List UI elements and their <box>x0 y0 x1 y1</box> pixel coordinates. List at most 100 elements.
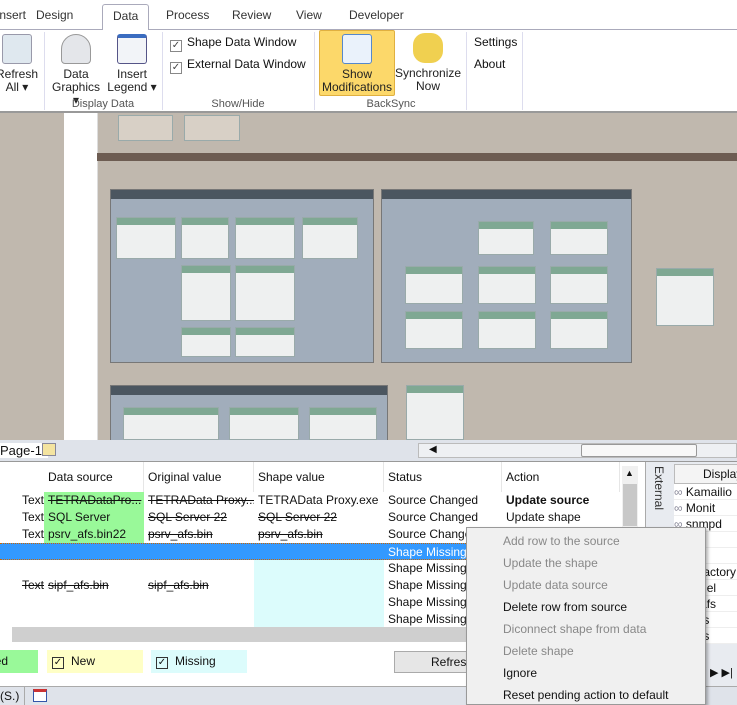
insert-legend-button[interactable]: Insert Legend ▾ <box>106 34 158 94</box>
cell-c0: Text <box>21 510 44 524</box>
external-data-row[interactable]: ∞ Kamailio <box>674 484 737 500</box>
column-header-original-value[interactable]: Original value <box>144 462 254 492</box>
show-modifications-button[interactable]: Show Modifications <box>319 30 395 96</box>
table-row[interactable]: Text TETRADataPro... TETRAData Proxy... TET… <box>0 492 622 509</box>
cell-ds: TETRADataPro... <box>44 492 144 509</box>
shape-data-window-checkbox[interactable]: ✓ Shape Data Window <box>170 35 296 52</box>
external-data-label: Kamailio <box>685 485 732 499</box>
insert-page-icon[interactable] <box>42 443 56 456</box>
show-modifications-label: Show Modifications <box>321 67 393 94</box>
scroll-left-icon[interactable]: ◀ <box>429 444 437 455</box>
cell-action: Update shape <box>506 510 581 524</box>
tab-view[interactable]: View <box>296 8 322 22</box>
legend-changed[interactable]: Changed <box>0 650 38 673</box>
tab-design[interactable]: Design <box>36 8 73 22</box>
external-data-label: Monit <box>685 501 716 515</box>
next-page-icon[interactable]: ▶ ▶| <box>710 666 733 679</box>
settings-button[interactable]: Settings <box>474 35 517 49</box>
page-margin <box>64 113 98 440</box>
menu-item[interactable]: Diconnect shape from data <box>503 622 646 636</box>
cell-c0: Text <box>21 493 44 507</box>
document-check-icon <box>342 34 372 64</box>
menu-item[interactable]: Add row to the source <box>503 534 620 548</box>
cell-ds <box>44 560 144 577</box>
group-label-display-data: Display Data <box>71 98 135 110</box>
cell-ov: SQL Server 22 <box>148 510 227 524</box>
external-data-row[interactable]: ∞ Monit <box>674 500 737 516</box>
column-header-data-source[interactable]: Data source <box>44 462 144 492</box>
cell-ds <box>44 544 144 561</box>
legend-new-checkbox[interactable]: ✓ New <box>47 650 143 673</box>
tab-review[interactable]: Review <box>232 8 271 22</box>
synchronize-now-button[interactable]: Synchronize Now <box>395 33 461 93</box>
check-icon: ✓ <box>156 657 168 669</box>
page-tab-bar: Page-1 ◀ <box>0 440 737 462</box>
cell-ov: psrv_afs.bin <box>148 527 213 541</box>
menu-item[interactable]: Delete shape <box>503 644 574 658</box>
column-header-shape-value[interactable]: Shape value <box>254 462 384 492</box>
group-label-show-hide: Show/Hide <box>211 98 265 110</box>
tab-data[interactable]: Data <box>102 4 150 31</box>
refresh-all-label: Refresh All ▾ <box>0 67 39 94</box>
cell-ds <box>44 611 144 628</box>
cell-sv: psrv_afs.bin <box>258 527 323 541</box>
legend-changed-label: Changed <box>0 654 8 668</box>
cell-action: Update source <box>506 493 590 507</box>
shape-data-window-label: Shape Data Window <box>187 35 297 49</box>
cell-ov <box>144 594 254 611</box>
link-icon: ∞ <box>674 501 686 515</box>
scroll-up-icon[interactable]: ▲ <box>625 468 634 478</box>
insert-legend-label: Insert Legend ▾ <box>107 67 157 94</box>
about-button[interactable]: About <box>474 57 505 71</box>
cell-ds: SQL Server <box>44 509 144 526</box>
refresh-icon <box>2 34 32 64</box>
menu-item[interactable]: Delete row from source <box>503 600 627 614</box>
display-header-label: Display <box>703 467 737 481</box>
menu-item[interactable]: Reset pending action to default <box>503 688 668 702</box>
ribbon: Refresh All ▾ Data Graphics ▾ Insert Leg… <box>0 30 737 113</box>
cell-c0: Text <box>21 578 44 592</box>
group-label-backsync: BackSync <box>366 98 416 110</box>
data-graphics-button[interactable]: Data Graphics ▾ <box>48 34 104 107</box>
external-data-window-label: External Data Window <box>187 57 306 71</box>
ribbon-tabs: Insert Design Data Process Review View D… <box>0 0 737 31</box>
menu-item[interactable]: Update data source <box>503 578 608 592</box>
cell-status: Source Changed <box>388 510 479 524</box>
cell-ds <box>44 594 144 611</box>
check-icon: ✓ <box>170 40 182 52</box>
column-header-status[interactable]: Status <box>384 462 502 492</box>
page-view-icon[interactable] <box>33 689 47 702</box>
cell-ov: TETRAData Proxy... <box>148 493 254 507</box>
cell-ds: psrv_afs.bin22 <box>44 526 144 543</box>
cell-ds: sipf_afs.bin <box>48 578 109 592</box>
cell-sv <box>254 611 384 628</box>
menu-item[interactable]: Ignore <box>503 666 537 680</box>
cell-sv <box>254 577 384 594</box>
scrollbar-thumb[interactable] <box>623 484 637 526</box>
refresh-all-button[interactable]: Refresh All ▾ <box>0 34 40 94</box>
column-header-display[interactable]: Display <box>674 464 737 484</box>
cell-sv: TETRAData Proxy.exe <box>258 493 379 507</box>
gauge-icon <box>61 34 91 64</box>
tab-insert[interactable]: Insert <box>0 8 26 22</box>
tab-process[interactable]: Process <box>166 8 209 22</box>
drawing-canvas[interactable] <box>0 113 737 445</box>
table-row[interactable]: Text SQL Server SQL Server 22 SQL Server 22… <box>0 509 622 526</box>
tab-developer[interactable]: Developer <box>349 8 404 22</box>
cell-c0: Text <box>21 527 44 541</box>
horizontal-scrollbar[interactable]: ◀ <box>418 443 737 458</box>
legend-missing-checkbox[interactable]: ✓ Missing <box>151 650 247 673</box>
external-data-window-checkbox[interactable]: ✓ External Data Window <box>170 57 306 74</box>
cell-sv <box>254 560 384 577</box>
cell-sv: SQL Server 22 <box>258 510 337 524</box>
check-icon: ✓ <box>52 657 64 669</box>
cell-ov <box>144 611 254 628</box>
cell-status: Source Changed <box>388 493 479 507</box>
page-tab-page-1[interactable]: Page-1 <box>0 443 48 458</box>
column-header-action[interactable]: Action <box>502 462 620 492</box>
scrollbar-thumb[interactable] <box>581 444 697 457</box>
menu-item[interactable]: Update the shape <box>503 556 598 570</box>
legend-missing-label: Missing <box>175 654 216 668</box>
check-icon: ✓ <box>170 62 182 74</box>
external-data-title: External Data <box>650 466 666 511</box>
